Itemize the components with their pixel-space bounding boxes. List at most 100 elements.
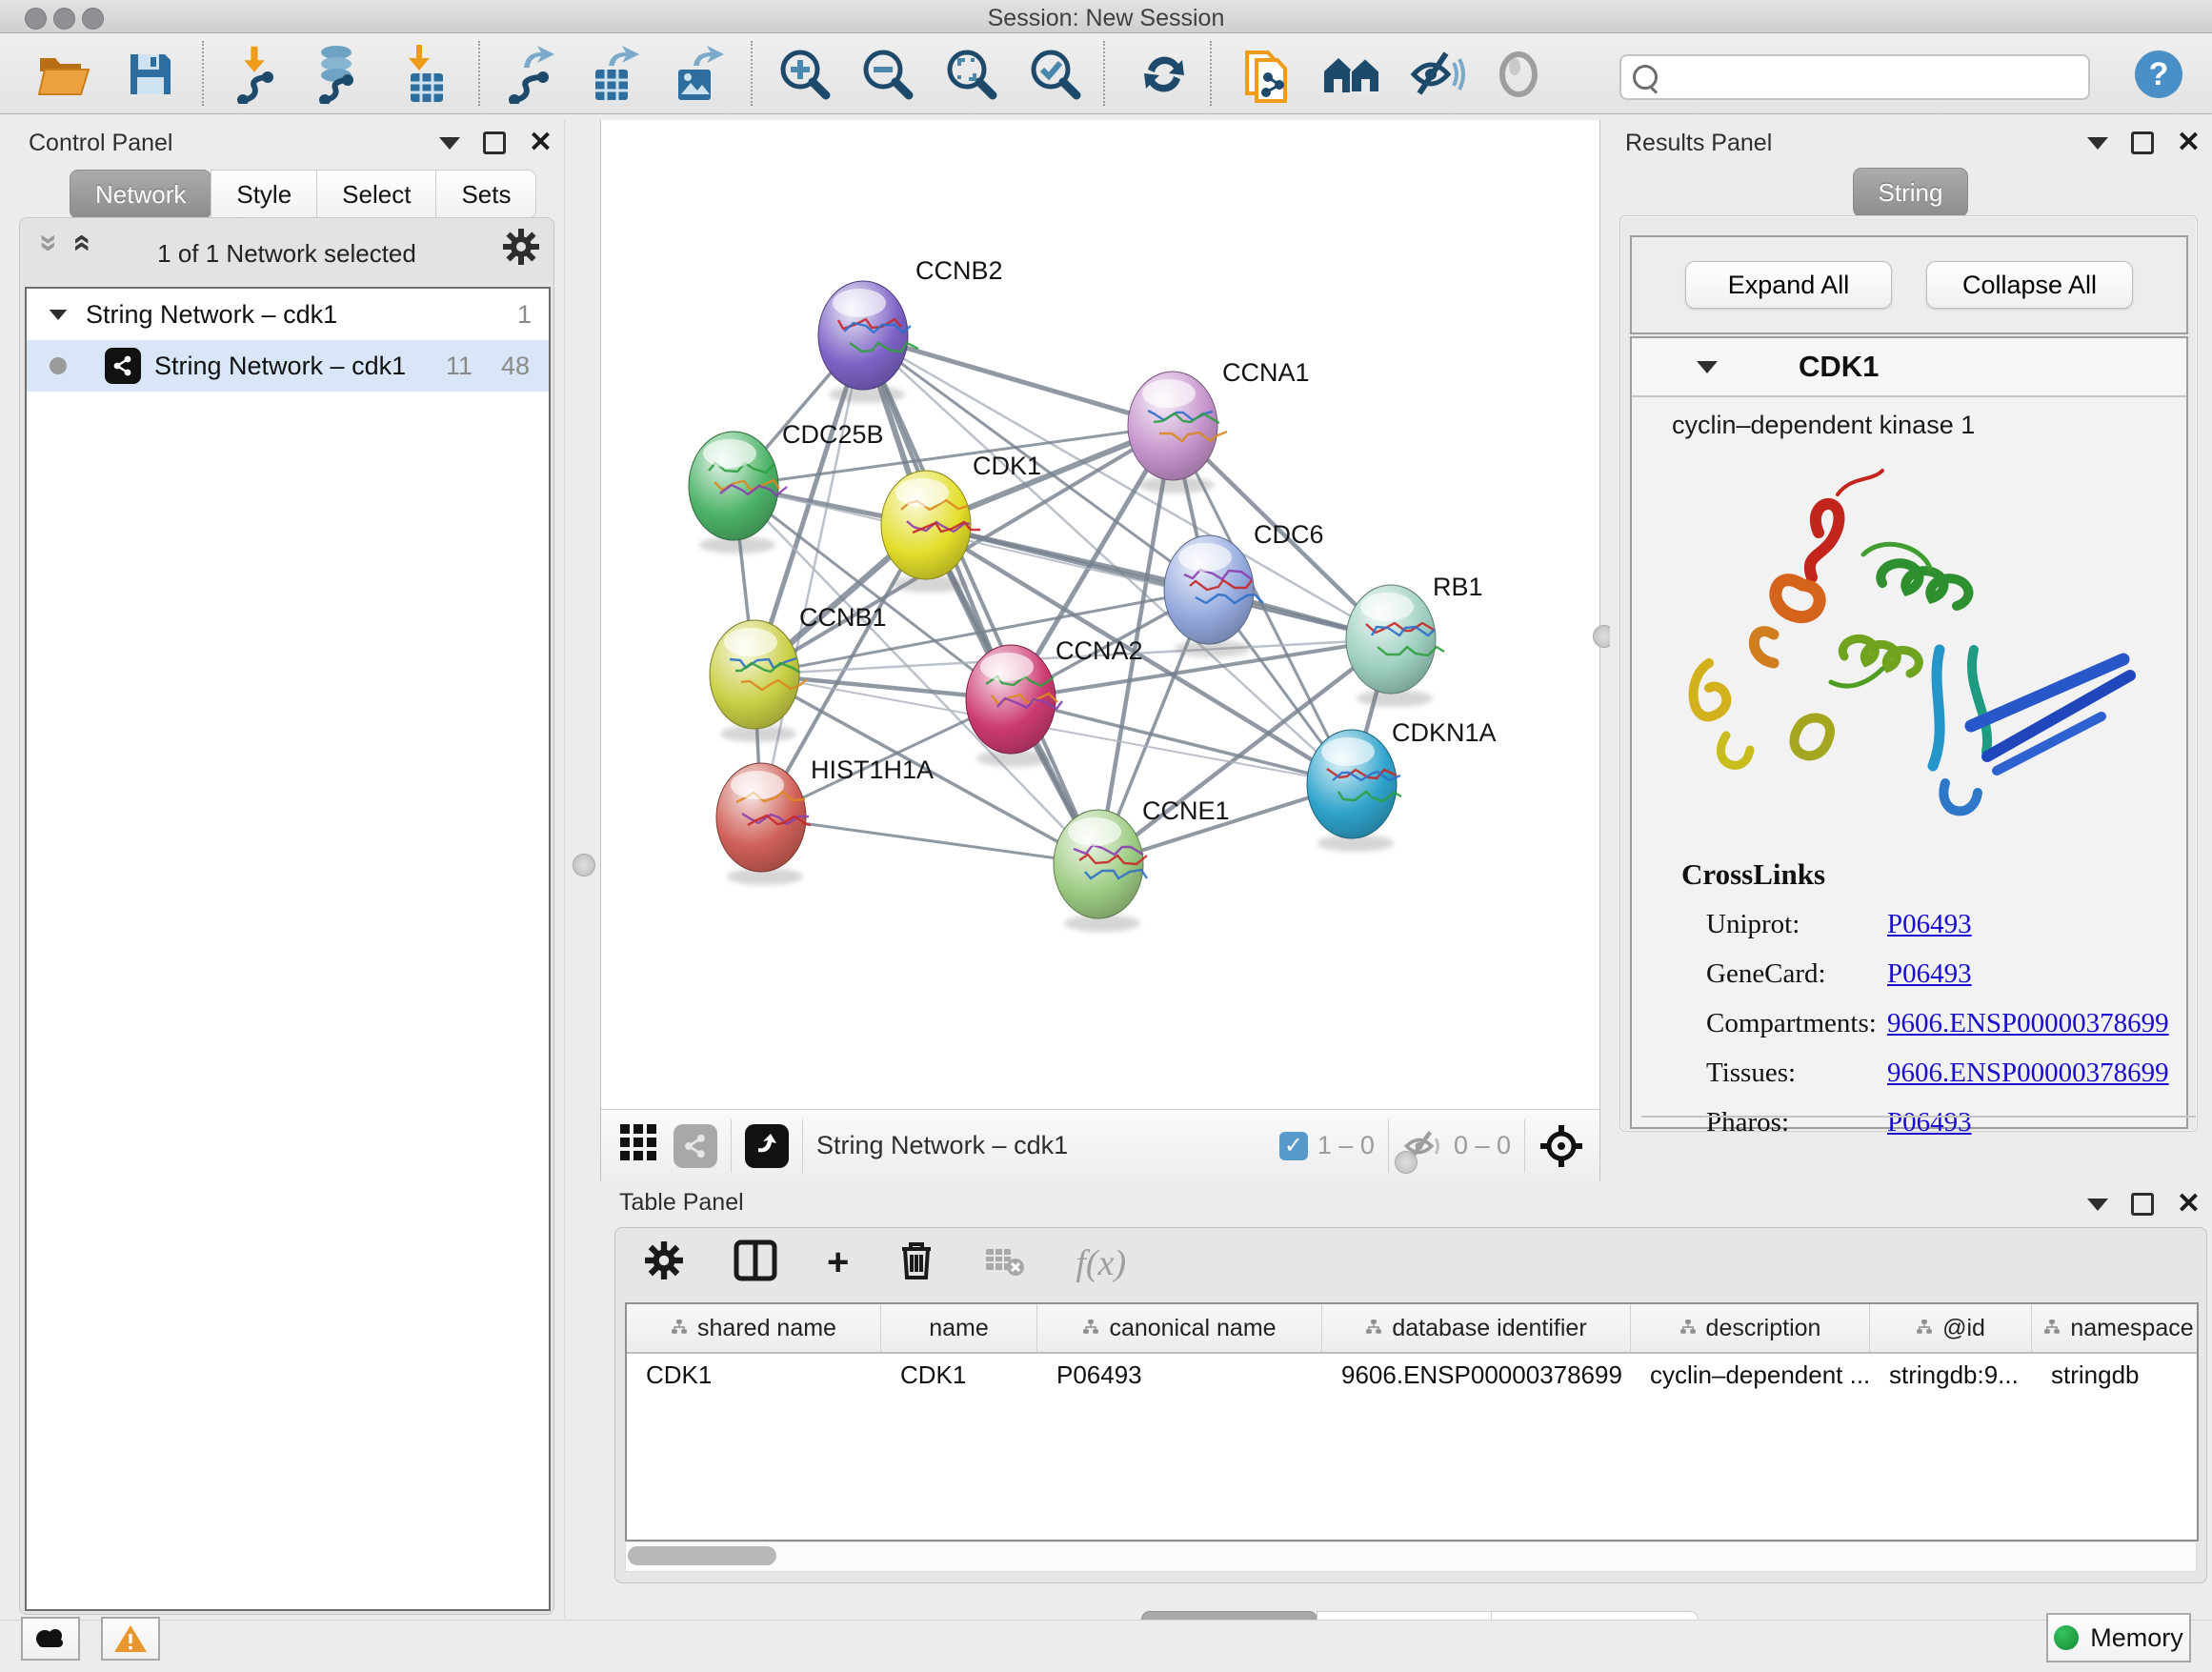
warning-icon <box>113 1623 148 1654</box>
delete-column-trash-icon[interactable] <box>898 1239 935 1286</box>
gene-collapse-icon[interactable] <box>1697 361 1718 373</box>
create-column-plus-icon[interactable]: + <box>827 1241 849 1284</box>
network-canvas[interactable]: CCNB2CCNA1CDC25BCDK1CDC6RB1CCNB1CCNA2HIS… <box>601 120 1599 1110</box>
export-image-button[interactable] <box>663 45 732 104</box>
open-in-browser-icon[interactable] <box>745 1124 789 1168</box>
help-icon: ? <box>2133 49 2184 100</box>
tab-string[interactable]: String <box>1853 168 1969 217</box>
column-header-canonical-name[interactable]: canonical name <box>1037 1304 1322 1352</box>
cloud-status-button[interactable] <box>21 1617 80 1661</box>
table-options-gear-icon[interactable] <box>644 1240 684 1285</box>
panel-close-icon[interactable]: ✕ <box>2177 134 2201 151</box>
graph-node-CDK1[interactable]: CDK1 <box>881 452 1041 593</box>
network-view[interactable]: CCNB2CCNA1CDC25BCDK1CDC6RB1CCNB1CCNA2HIS… <box>600 120 1600 1181</box>
panel-menu-icon[interactable] <box>2087 137 2108 150</box>
show-columns-icon[interactable] <box>734 1239 777 1286</box>
panel-close-icon[interactable]: ✕ <box>529 134 553 151</box>
panel-menu-icon[interactable] <box>2087 1199 2108 1211</box>
zoom-in-button[interactable] <box>771 45 839 104</box>
graph-node-CCNE1[interactable]: CCNE1 <box>1054 796 1230 932</box>
export-network-icon <box>505 45 558 104</box>
panel-float-icon[interactable] <box>483 131 506 154</box>
export-table-button[interactable] <box>580 45 649 104</box>
panel-close-icon[interactable]: ✕ <box>2177 1196 2201 1213</box>
clone-network-button[interactable] <box>1233 45 1301 104</box>
search-box[interactable] <box>1619 54 2090 100</box>
memory-button[interactable]: Memory <box>2046 1613 2191 1662</box>
network-collection-row[interactable]: String Network – cdk1 1 <box>27 289 549 340</box>
function-builder-icon[interactable]: f(x) <box>1076 1242 1126 1284</box>
crosslink-link[interactable]: 9606.ENSP00000378699 <box>1887 1058 2169 1089</box>
hide-selected-button[interactable] <box>1402 45 1471 104</box>
panel-float-icon[interactable] <box>2131 1193 2154 1216</box>
export-network-button[interactable] <box>497 45 566 104</box>
graph-edge-CCNB2-CCNA1[interactable] <box>863 335 1173 426</box>
tab-style[interactable]: Style <box>211 170 317 219</box>
graph-node-CDKN1A[interactable]: CDKN1A <box>1307 718 1497 852</box>
crosslink-link[interactable]: P06493 <box>1887 909 1972 940</box>
node-label-CCNA2: CCNA2 <box>1056 636 1143 665</box>
collapse-all-button[interactable]: Collapse All <box>1926 261 2133 309</box>
graph-edge-CCNB2-CCNE1[interactable] <box>863 335 1098 864</box>
column-header-namespace[interactable]: namespace <box>2032 1304 2199 1352</box>
table-row[interactable]: CDK1CDK1P064939606.ENSP00000378699cyclin… <box>627 1354 2197 1397</box>
graph-edge-CCNB2-HIST1H1A[interactable] <box>761 335 863 817</box>
network-row[interactable]: String Network – cdk1 11 48 <box>27 340 549 392</box>
toolbar-separator <box>202 41 204 106</box>
zoom-selected-button[interactable] <box>1021 45 1090 104</box>
tab-select[interactable]: Select <box>316 170 436 219</box>
tab-network[interactable]: Network <box>70 170 211 219</box>
import-network-file-button[interactable] <box>225 45 293 104</box>
scrollbar-thumb[interactable] <box>628 1546 776 1565</box>
import-network-database-button[interactable] <box>304 45 372 104</box>
panel-menu-icon[interactable] <box>439 137 460 150</box>
string-style-icon[interactable] <box>674 1124 717 1168</box>
crosslink-link[interactable]: 9606.ENSP00000378699 <box>1887 1008 2169 1039</box>
graph-node-RB1[interactable]: RB1 <box>1346 573 1483 707</box>
column-header-shared-name[interactable]: shared name <box>627 1304 881 1352</box>
crosslink-link[interactable]: P06493 <box>1887 958 1972 990</box>
database-icon <box>312 45 365 104</box>
expand-all-button[interactable]: Expand All <box>1685 261 1892 309</box>
open-session-button[interactable] <box>30 45 99 104</box>
selected-checkbox-icon[interactable]: ✓ <box>1279 1132 1308 1160</box>
help-button[interactable]: ? <box>2124 45 2193 104</box>
graph-node-CDC25B[interactable]: CDC25B <box>689 420 884 554</box>
warnings-button[interactable] <box>101 1617 160 1661</box>
show-hidden-button[interactable] <box>1484 45 1553 104</box>
import-table-button[interactable] <box>392 45 461 104</box>
crosslink-link[interactable]: P06493 <box>1887 1107 1972 1138</box>
graph-edge-CCNA2-CDKN1A[interactable] <box>1011 699 1352 784</box>
apply-layout-button[interactable] <box>1130 45 1198 104</box>
graph-node-HIST1H1A[interactable]: HIST1H1A <box>716 755 934 885</box>
search-input[interactable] <box>1665 60 2088 94</box>
graph-node-CCNB1[interactable]: CCNB1 <box>710 603 887 742</box>
fit-selected-crosshair-icon[interactable] <box>1538 1123 1584 1169</box>
zoom-out-button[interactable] <box>854 45 922 104</box>
column-header-@id[interactable]: @id <box>1870 1304 2032 1352</box>
tab-sets[interactable]: Sets <box>435 170 536 219</box>
delete-table-icon[interactable] <box>984 1243 1026 1282</box>
save-session-button[interactable] <box>116 45 185 104</box>
toolbar-separator <box>1103 41 1105 106</box>
column-header-name[interactable]: name <box>881 1304 1037 1352</box>
vertical-splitter[interactable] <box>564 120 601 1618</box>
splitter-handle[interactable] <box>573 854 595 876</box>
graph-edge-HIST1H1A-CCNE1[interactable] <box>761 817 1098 864</box>
gene-section-header[interactable]: CDK1 <box>1632 338 2186 397</box>
save-floppy-icon <box>127 50 174 98</box>
graph-node-CCNB2[interactable]: CCNB2 <box>818 256 1003 403</box>
panel-float-icon[interactable] <box>2131 131 2154 154</box>
table-cell: 9606.ENSP00000378699 <box>1322 1360 1631 1390</box>
column-header-database-identifier[interactable]: database identifier <box>1322 1304 1631 1352</box>
collection-expand-icon[interactable] <box>50 309 68 319</box>
splitter-handle[interactable] <box>1395 1151 1418 1174</box>
control-panel-tabs: NetworkStyleSelectSets <box>70 170 536 219</box>
first-neighbors-button[interactable] <box>1318 45 1387 104</box>
table-horizontal-scrollbar[interactable] <box>625 1542 2197 1572</box>
column-header-description[interactable]: description <box>1631 1304 1870 1352</box>
network-options-gear-icon[interactable] <box>502 228 540 271</box>
gene-section-footer-divider <box>1641 1116 2196 1118</box>
zoom-fit-button[interactable] <box>937 45 1006 104</box>
birds-eye-view-icon[interactable] <box>618 1122 660 1169</box>
